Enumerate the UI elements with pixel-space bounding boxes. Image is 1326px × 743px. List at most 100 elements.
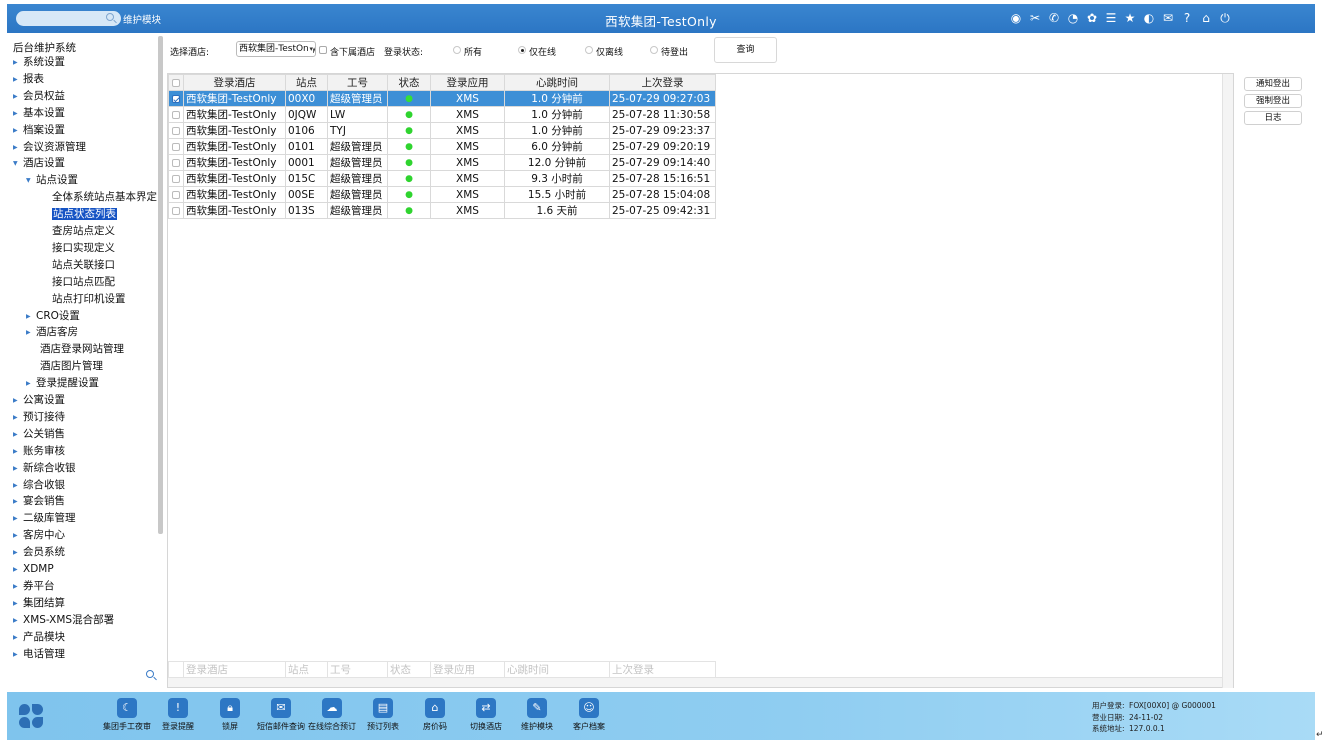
sidebar-scrollbar[interactable] bbox=[158, 36, 163, 534]
home-icon[interactable]: ⌂ bbox=[1199, 11, 1213, 25]
expand-arrow-icon[interactable]: ▶ bbox=[26, 309, 36, 324]
switch-icon[interactable]: ⇄ bbox=[476, 698, 496, 718]
col-header-emp[interactable]: 工号 bbox=[327, 74, 388, 91]
radio-offline[interactable] bbox=[585, 46, 593, 54]
log-button[interactable]: 日志 bbox=[1244, 111, 1302, 125]
sidebar-item-18[interactable]: 酒店图片管理 bbox=[26, 359, 103, 374]
expand-arrow-icon[interactable]: ▶ bbox=[13, 562, 23, 577]
table-row[interactable]: 西软集团-TestOnly 013S 超级管理员 ● XMS 1.6 天前 25-07-25… bbox=[168, 202, 716, 219]
expand-arrow-icon[interactable]: ▶ bbox=[13, 494, 23, 509]
sidebar-item-19[interactable]: ▶ 登录提醒设置 bbox=[26, 376, 99, 391]
sidebar-item-25[interactable]: ▶ 综合收银 bbox=[13, 478, 65, 493]
moon-icon[interactable]: ☾ bbox=[117, 698, 137, 718]
expand-arrow-icon[interactable]: ▶ bbox=[13, 511, 23, 526]
row-select-cell[interactable] bbox=[168, 138, 184, 155]
row-select-cell[interactable] bbox=[168, 122, 184, 139]
sidebar-item-14[interactable]: 站点打印机设置 bbox=[38, 292, 126, 307]
table-row[interactable]: 西软集团-TestOnly 00X0 超级管理员 ● XMS 1.0 分钟前 25-07-2… bbox=[168, 90, 716, 107]
star-icon[interactable]: ★ bbox=[1123, 11, 1137, 25]
profile-icon[interactable]: ☺ bbox=[579, 698, 599, 718]
lock-icon[interactable]: 🔒︎ bbox=[220, 698, 240, 718]
row-checkbox[interactable] bbox=[172, 190, 180, 199]
sidebar-item-35[interactable]: ▶ 电话管理 bbox=[13, 647, 65, 662]
sidebar-item-24[interactable]: ▶ 新综合收银 bbox=[13, 461, 76, 476]
sidebar-item-27[interactable]: ▶ 二级库管理 bbox=[13, 511, 76, 526]
sidebar-item-16[interactable]: ▶ 酒店客房 bbox=[26, 325, 78, 340]
dock-item-9[interactable]: ☺ 客户档案 bbox=[557, 698, 621, 732]
home-icon[interactable]: ⌂ bbox=[425, 698, 445, 718]
collapse-arrow-icon[interactable]: ▼ bbox=[26, 173, 36, 188]
sidebar-item-7[interactable]: ▼ 站点设置 bbox=[26, 173, 78, 188]
sidebar-item-30[interactable]: ▶ XDMP bbox=[13, 562, 54, 577]
sidebar-item-15[interactable]: ▶ CRO设置 bbox=[26, 309, 80, 324]
sidebar-item-21[interactable]: ▶ 预订接待 bbox=[13, 410, 65, 425]
sidebar-item-2[interactable]: ▶ 会员权益 bbox=[13, 89, 65, 104]
sidebar-item-28[interactable]: ▶ 客房中心 bbox=[13, 528, 65, 543]
table-row[interactable]: 西软集团-TestOnly 0101 超级管理员 ● XMS 6.0 分钟前 25-07-2… bbox=[168, 138, 716, 155]
table-row[interactable]: 西软集团-TestOnly 0001 超级管理员 ● XMS 12.0 分钟前 25-07-… bbox=[168, 154, 716, 171]
wifi-icon[interactable]: ◉ bbox=[1009, 11, 1023, 25]
expand-arrow-icon[interactable]: ▶ bbox=[13, 596, 23, 611]
col-header-last-login[interactable]: 上次登录 bbox=[609, 74, 716, 91]
row-select-cell[interactable] bbox=[168, 202, 184, 219]
expand-arrow-icon[interactable]: ▶ bbox=[13, 528, 23, 543]
sidebar-item-10[interactable]: 查房站点定义 bbox=[38, 224, 115, 239]
notify-logout-button[interactable]: 通知登出 bbox=[1244, 77, 1302, 91]
tools-icon[interactable]: ✂ bbox=[1028, 11, 1042, 25]
sidebar-item-13[interactable]: 接口站点匹配 bbox=[38, 275, 115, 290]
expand-arrow-icon[interactable]: ▶ bbox=[26, 325, 36, 340]
help-circle-icon[interactable]: ◔ bbox=[1066, 11, 1080, 25]
table-row[interactable]: 西软集团-TestOnly 0106 TYJ ● XMS 1.0 分钟前 25-07-29 … bbox=[168, 122, 716, 139]
row-checkbox[interactable] bbox=[172, 94, 180, 103]
expand-arrow-icon[interactable]: ▶ bbox=[13, 55, 23, 70]
list-icon[interactable]: ▤ bbox=[373, 698, 393, 718]
palette-icon[interactable]: ✿ bbox=[1085, 11, 1099, 25]
hotel-select[interactable]: 西软集团-TestOnly ▾ bbox=[236, 41, 316, 57]
sidebar-item-8[interactable]: 全体系统站点基本界定 bbox=[38, 190, 157, 205]
row-checkbox[interactable] bbox=[172, 142, 180, 151]
sidebar-item-31[interactable]: ▶ 券平台 bbox=[13, 579, 55, 594]
row-select-cell[interactable] bbox=[168, 106, 184, 123]
expand-arrow-icon[interactable]: ▶ bbox=[13, 72, 23, 87]
sidebar-item-32[interactable]: ▶ 集团结算 bbox=[13, 596, 65, 611]
sidebar-item-29[interactable]: ▶ 会员系统 bbox=[13, 545, 65, 560]
table-row[interactable]: 西软集团-TestOnly 0JQW LW ● XMS 1.0 分钟前 25-07-28 1… bbox=[168, 106, 716, 123]
power-icon[interactable]: ⏻ bbox=[1218, 11, 1232, 25]
menu-icon[interactable]: ☰ bbox=[1104, 11, 1118, 25]
force-logout-button[interactable]: 强制登出 bbox=[1244, 94, 1302, 108]
sidebar-item-23[interactable]: ▶ 账务审核 bbox=[13, 444, 65, 459]
col-header-site[interactable]: 站点 bbox=[285, 74, 328, 91]
row-select-cell[interactable] bbox=[168, 154, 184, 171]
sidebar-item-34[interactable]: ▶ 产品模块 bbox=[13, 630, 65, 645]
sidebar-item-11[interactable]: 接口实现定义 bbox=[38, 241, 115, 256]
row-checkbox[interactable] bbox=[172, 158, 180, 167]
expand-arrow-icon[interactable]: ▶ bbox=[13, 427, 23, 442]
sidebar-item-5[interactable]: ▶ 会议资源管理 bbox=[13, 140, 86, 155]
sidebar-item-4[interactable]: ▶ 档案设置 bbox=[13, 123, 65, 138]
row-select-cell[interactable] bbox=[168, 186, 184, 203]
table-row[interactable]: 西软集团-TestOnly 00SE 超级管理员 ● XMS 15.5 小时前 25-07-… bbox=[168, 186, 716, 203]
mail-icon[interactable]: ✉ bbox=[1161, 11, 1175, 25]
expand-arrow-icon[interactable]: ▶ bbox=[13, 410, 23, 425]
query-button[interactable]: 查询 bbox=[714, 37, 777, 63]
sidebar-item-17[interactable]: 酒店登录网站管理 bbox=[26, 342, 124, 357]
col-header-app[interactable]: 登录应用 bbox=[430, 74, 505, 91]
col-header-heartbeat[interactable]: 心跳时间 bbox=[504, 74, 610, 91]
expand-arrow-icon[interactable]: ▶ bbox=[13, 579, 23, 594]
row-select-cell[interactable] bbox=[168, 170, 184, 187]
sidebar-item-26[interactable]: ▶ 宴会销售 bbox=[13, 494, 65, 509]
radio-online[interactable] bbox=[518, 46, 526, 54]
include-sub-checkbox[interactable] bbox=[319, 46, 327, 54]
sidebar-item-33[interactable]: ▶ XMS-XMS混合部署 bbox=[13, 613, 114, 628]
expand-arrow-icon[interactable]: ▶ bbox=[13, 393, 23, 408]
radio-all[interactable] bbox=[453, 46, 461, 54]
expand-arrow-icon[interactable]: ▶ bbox=[13, 106, 23, 121]
row-checkbox[interactable] bbox=[172, 126, 180, 135]
alert-icon[interactable]: ! bbox=[168, 698, 188, 718]
row-select-cell[interactable] bbox=[168, 90, 184, 107]
expand-arrow-icon[interactable]: ▶ bbox=[13, 123, 23, 138]
tree-search-icon[interactable] bbox=[146, 670, 154, 678]
row-checkbox[interactable] bbox=[172, 206, 180, 215]
mail-icon[interactable]: ✉ bbox=[271, 698, 291, 718]
phone-icon[interactable]: ✆ bbox=[1047, 11, 1061, 25]
